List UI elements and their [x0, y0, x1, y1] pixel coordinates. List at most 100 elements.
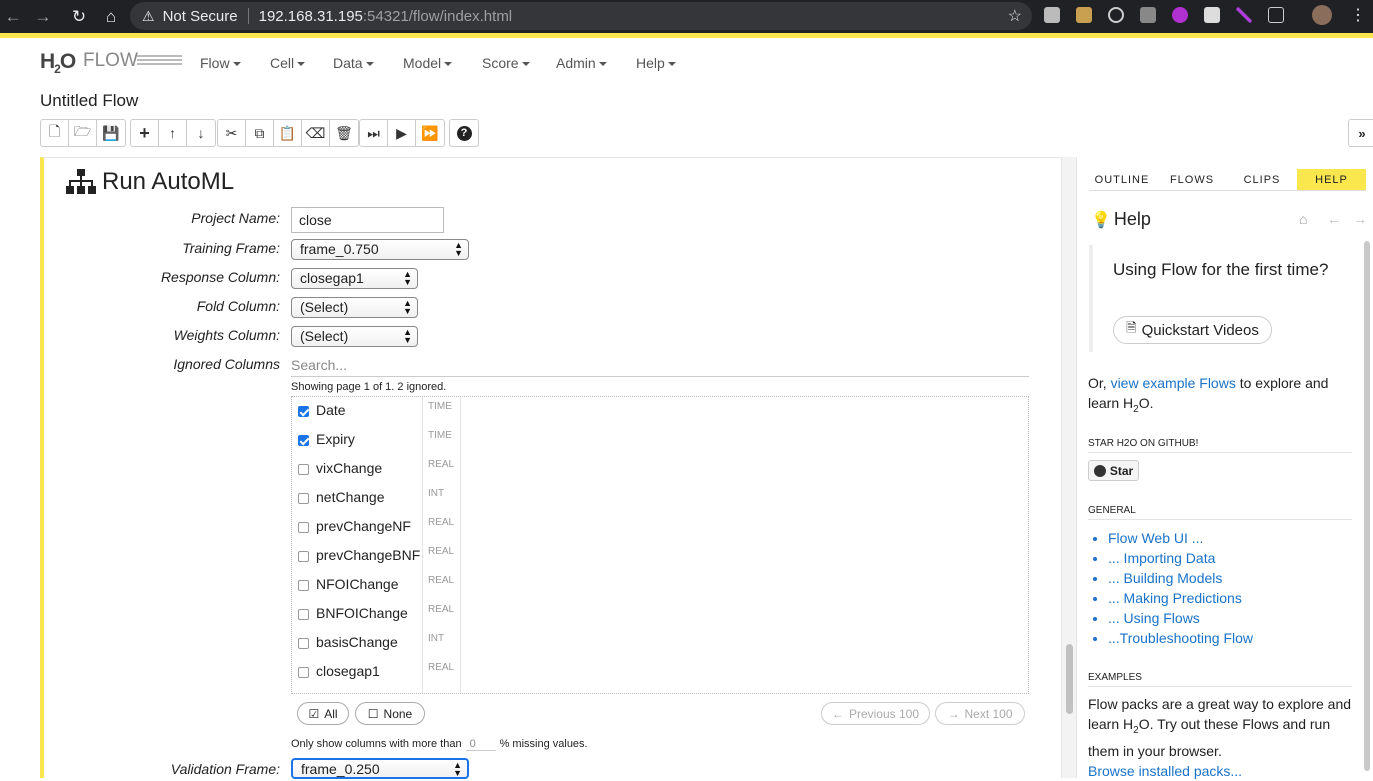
home-icon[interactable]: ⌂: [98, 4, 124, 30]
help-link[interactable]: Flow Web UI ...: [1108, 528, 1253, 548]
help-back-icon[interactable]: ←: [1327, 211, 1341, 227]
help-link[interactable]: ...Troubleshooting Flow: [1108, 628, 1253, 648]
column-checkbox[interactable]: [298, 522, 309, 533]
help-link[interactable]: ... Importing Data: [1108, 548, 1253, 568]
question-icon[interactable]: ?: [450, 120, 478, 146]
open-folder-icon[interactable]: 🗁: [69, 120, 97, 146]
menu-model[interactable]: Model: [403, 55, 453, 71]
menu-admin[interactable]: Admin: [556, 55, 607, 71]
select-all-button[interactable]: ☑ All: [297, 702, 349, 725]
browse-packs-link[interactable]: Browse installed packs...: [1088, 763, 1242, 779]
tab-clips[interactable]: CLIPS: [1229, 169, 1295, 190]
previous-page-button[interactable]: ← Previous 100: [821, 702, 930, 725]
menu-cell[interactable]: Cell: [270, 55, 306, 71]
page-status: Showing page 1 of 1. 2 ignored.: [291, 381, 447, 393]
help-heading: 💡 Help: [1091, 209, 1151, 229]
column-checkbox[interactable]: [298, 493, 309, 504]
help-panel: OUTLINE FLOWS CLIPS HELP 💡 Help ⌂ ← → Us…: [1076, 157, 1373, 779]
automl-heading: Run AutoML: [66, 168, 234, 196]
validation-frame-select[interactable]: frame_0.250 ▲ ▼: [291, 758, 469, 779]
extension-icon[interactable]: [1172, 7, 1188, 23]
h2o-logo: H2O: [40, 50, 76, 77]
extension-icon[interactable]: [1076, 7, 1092, 23]
copy-icon[interactable]: ⧉: [246, 120, 274, 146]
column-checkbox[interactable]: [298, 638, 309, 649]
flow-title[interactable]: Untitled Flow: [40, 91, 138, 111]
menu-score[interactable]: Score: [482, 55, 530, 71]
url-host: 192.168.31.195: [258, 7, 363, 25]
save-icon[interactable]: 💾: [97, 120, 125, 146]
paste-icon[interactable]: 📋: [274, 120, 302, 146]
step-forward-icon[interactable]: ⏭: [360, 120, 388, 146]
edit-toolbar: ✂ ⧉ 📋 ⌫ 🗑: [217, 119, 359, 147]
back-icon[interactable]: ←: [0, 4, 26, 30]
column-checkbox[interactable]: [298, 464, 309, 475]
square-icon: ☐: [367, 706, 379, 721]
main-scrollbar[interactable]: [1061, 157, 1076, 778]
column-checkbox[interactable]: [298, 609, 309, 620]
help-scrollbar[interactable]: [1363, 237, 1371, 778]
general-links: Flow Web UI ... ... Importing Data ... B…: [1096, 528, 1253, 648]
react-extension-icon[interactable]: [1108, 7, 1124, 23]
move-up-icon[interactable]: ↑: [159, 120, 187, 146]
menu-help[interactable]: Help: [636, 55, 676, 71]
extension-icon[interactable]: [1044, 7, 1060, 23]
extension-icon[interactable]: [1204, 7, 1220, 23]
weights-column-select[interactable]: (Select) ▲ ▼: [291, 326, 418, 347]
menu-data[interactable]: Data: [333, 55, 374, 71]
collapse-sidebar-icon[interactable]: »: [1348, 119, 1373, 147]
browser-toolbar: ← → ↻ ⌂ ⚠ Not Secure 192.168.31.195:5432…: [0, 0, 1373, 33]
move-down-icon[interactable]: ↓: [187, 120, 215, 146]
security-label: Not Secure: [162, 7, 238, 25]
extension-icon[interactable]: [1140, 7, 1156, 23]
extension-icon[interactable]: [1236, 7, 1252, 23]
home-icon[interactable]: ⌂: [1299, 211, 1307, 227]
cut-icon[interactable]: ✂: [218, 120, 246, 146]
bookmark-star-icon[interactable]: ☆: [1008, 6, 1022, 26]
column-checkbox[interactable]: [298, 580, 309, 591]
help-toolbar: ?: [449, 119, 479, 147]
arrow-left-icon: ←: [831, 706, 844, 721]
project-name-input[interactable]: close: [291, 207, 444, 233]
eraser-icon[interactable]: ⌫: [302, 120, 330, 146]
training-frame-select[interactable]: frame_0.750 ▲ ▼: [291, 239, 469, 260]
tab-outline[interactable]: OUTLINE: [1089, 169, 1155, 190]
fold-column-label: Fold Column:: [196, 298, 280, 314]
fold-column-select[interactable]: (Select) ▲ ▼: [291, 297, 418, 318]
github-star-button[interactable]: Star: [1088, 460, 1139, 481]
address-bar[interactable]: ⚠ Not Secure 192.168.31.195:54321/flow/i…: [130, 2, 1032, 30]
quickstart-videos-button[interactable]: 🗎 Quickstart Videos: [1113, 316, 1272, 344]
menu-flow[interactable]: Flow: [200, 55, 241, 71]
ignored-columns-search[interactable]: Search...: [291, 355, 1029, 377]
reload-icon[interactable]: ↻: [66, 4, 92, 30]
example-flows-link[interactable]: view example Flows: [1111, 375, 1236, 391]
tab-help[interactable]: HELP: [1297, 169, 1366, 190]
help-link[interactable]: ... Using Flows: [1108, 608, 1253, 628]
help-link[interactable]: ... Making Predictions: [1108, 588, 1253, 608]
cell-toolbar: + ↑ ↓: [130, 119, 216, 147]
forward-icon[interactable]: →: [30, 4, 56, 30]
first-time-callout: Using Flow for the first time? 🗎 Quickst…: [1089, 245, 1354, 352]
new-file-icon[interactable]: 🗋: [41, 120, 69, 146]
browser-menu-icon[interactable]: ⋮: [1350, 5, 1366, 25]
play-icon[interactable]: ▶: [388, 120, 416, 146]
profile-avatar[interactable]: [1312, 5, 1332, 25]
fast-forward-icon[interactable]: ⏩: [416, 120, 444, 146]
column-row: prevChangeNF REAL: [292, 513, 1028, 542]
add-cell-icon[interactable]: +: [131, 120, 159, 146]
select-none-button[interactable]: ☐ None: [355, 702, 425, 725]
help-forward-icon[interactable]: →: [1353, 211, 1367, 227]
column-checkbox[interactable]: [298, 406, 309, 417]
tab-flows[interactable]: FLOWS: [1159, 169, 1225, 190]
response-column-select[interactable]: closegap1 ▲ ▼: [291, 268, 418, 289]
column-checkbox[interactable]: [298, 551, 309, 562]
help-link[interactable]: ... Building Models: [1108, 568, 1253, 588]
reader-icon[interactable]: [1268, 7, 1284, 23]
missing-percent-input[interactable]: 0: [465, 738, 496, 751]
column-checkbox[interactable]: [298, 667, 309, 678]
github-icon: [1093, 464, 1106, 477]
trash-icon[interactable]: 🗑: [330, 120, 358, 146]
column-row: netChange INT: [292, 484, 1028, 513]
column-checkbox[interactable]: [298, 435, 309, 446]
next-page-button[interactable]: → Next 100: [935, 702, 1025, 725]
